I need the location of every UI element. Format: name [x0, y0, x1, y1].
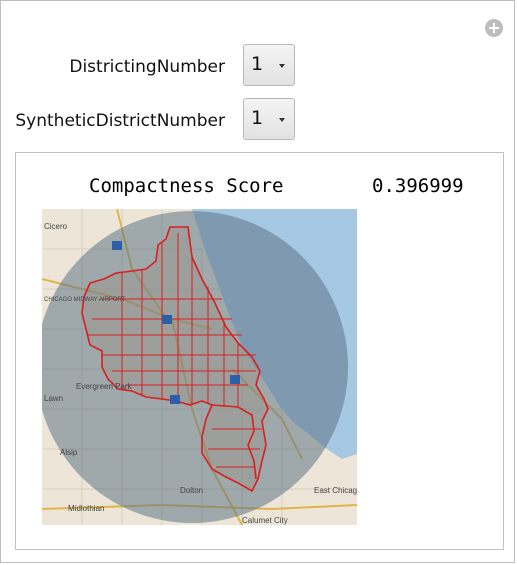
districting-number-label: DistrictingNumber	[69, 57, 225, 77]
manipulate-panel: DistrictingNumber 1 SyntheticDistrictNum…	[0, 0, 515, 563]
map-label-calumet-city: Calumet City	[242, 516, 288, 525]
synthetic-district-number-value: 1	[251, 107, 264, 129]
map-label-dolton: Dolton	[180, 486, 203, 495]
map-label-east-chicago: East Chicago	[314, 486, 357, 495]
map-label-cicero: Cicero	[44, 222, 68, 231]
districting-number-value: 1	[251, 53, 264, 75]
compactness-score-label: Compactness Score	[89, 175, 284, 197]
district-map-graphic: Cicero CHICAGO MIDWAY AIRPORT Evergreen …	[42, 209, 357, 525]
map-label-evergreen-park: Evergreen Park	[76, 382, 133, 391]
chevron-down-icon	[279, 118, 285, 122]
map-label-midway: CHICAGO MIDWAY AIRPORT	[44, 297, 126, 303]
map-label-alsip: Alsip	[60, 448, 78, 457]
compactness-score-value: 0.396999	[372, 175, 464, 197]
chevron-down-icon	[279, 64, 285, 68]
synthetic-district-number-popup[interactable]: 1	[243, 98, 295, 140]
map-label-midlothian: Midlothian	[68, 504, 104, 513]
add-icon[interactable]	[485, 19, 503, 37]
map-label-lawn: Lawn	[44, 394, 63, 403]
synthetic-district-number-label: SyntheticDistrictNumber	[15, 111, 225, 131]
district-map: Cicero CHICAGO MIDWAY AIRPORT Evergreen …	[42, 209, 357, 525]
districting-number-popup[interactable]: 1	[243, 44, 295, 86]
